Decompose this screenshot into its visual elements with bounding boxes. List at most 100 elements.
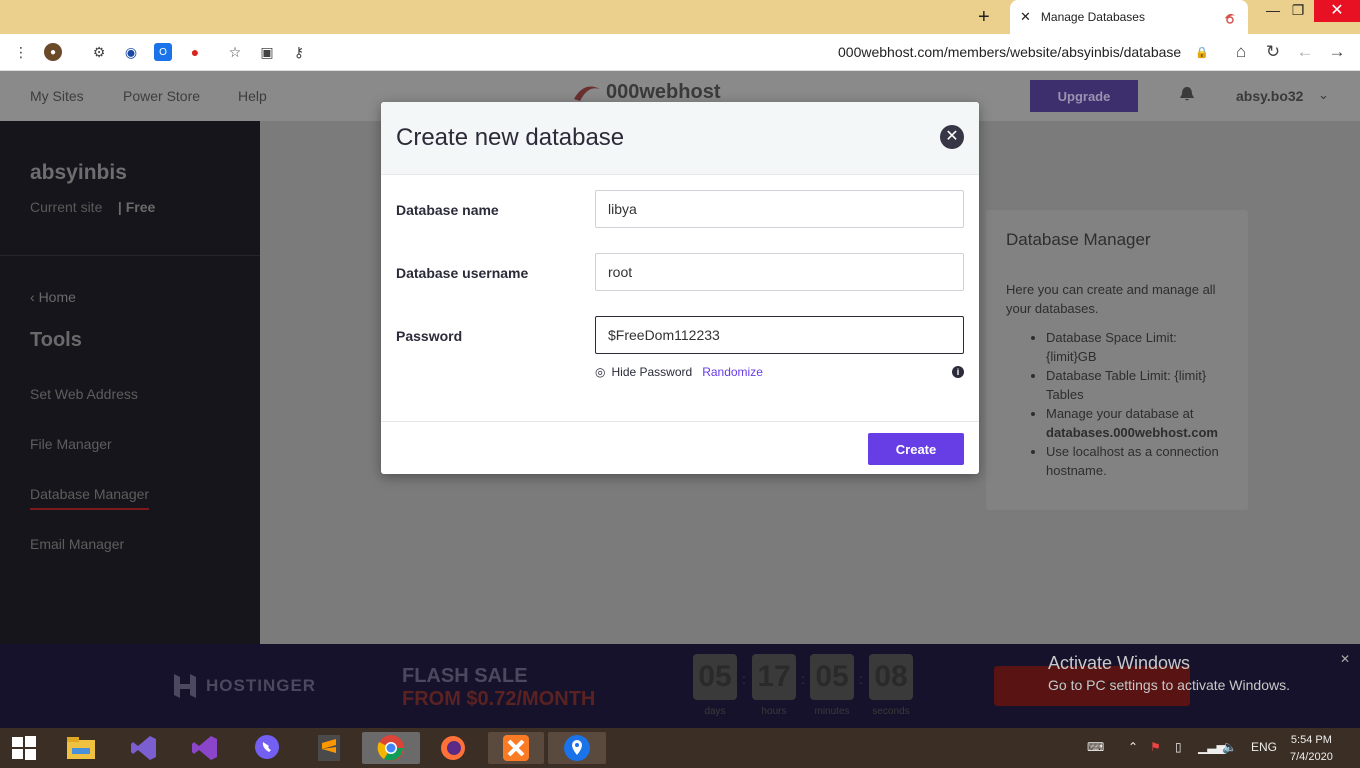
extension-blue-icon[interactable]: ◉: [122, 43, 140, 61]
chevron-down-icon[interactable]: ⌄: [1318, 87, 1329, 103]
countdown-separator: :: [801, 671, 805, 687]
back-icon[interactable]: ←: [1296, 42, 1314, 61]
hide-password-link[interactable]: Hide Password: [611, 365, 692, 379]
sidebar-item-email-manager[interactable]: Email Manager: [30, 536, 124, 552]
promo-banner: HOSTINGER FLASH SALE FROM $0.72/MONTH 05…: [0, 644, 1360, 728]
hostinger-logo[interactable]: HOSTINGER: [172, 672, 316, 700]
banner-close-icon[interactable]: ✕: [1340, 652, 1350, 666]
hostinger-logo-icon: [174, 674, 196, 698]
modal-title: Create new database: [396, 124, 625, 151]
file-explorer-icon[interactable]: [61, 732, 101, 764]
modal-header: Create new database ✕: [381, 102, 979, 175]
randomize-link[interactable]: Randomize: [702, 365, 763, 379]
nav-my-sites[interactable]: My Sites: [30, 88, 84, 104]
info-card-intro: Here you can create and manage all your …: [1006, 282, 1216, 316]
firefox-icon[interactable]: [433, 732, 473, 764]
current-site-label: Current site: [30, 199, 103, 215]
reload-icon[interactable]: ↻: [1264, 42, 1282, 61]
sidebar-item-database-manager[interactable]: Database Manager: [30, 486, 150, 510]
sidebar-divider: [0, 255, 260, 256]
countdown-days-label: days: [704, 706, 726, 717]
key-icon[interactable]: ⚷: [290, 43, 308, 61]
sublime-text-icon[interactable]: [309, 732, 349, 764]
menu-dots-icon[interactable]: ⋮: [12, 43, 30, 61]
browser-tab[interactable]: ✕ Manage Databases: [1010, 0, 1248, 34]
extension-o-icon[interactable]: O: [154, 43, 172, 61]
visual-studio-code-icon[interactable]: [124, 732, 164, 764]
url-text[interactable]: 000webhost.com/members/website/absyinbis…: [838, 44, 1181, 60]
flag-icon[interactable]: ⚑: [1150, 740, 1161, 754]
visual-studio-icon[interactable]: [185, 732, 225, 764]
countdown-minutes: 05: [810, 654, 854, 700]
lock-icon: 🔒: [1195, 46, 1209, 59]
screenshot-icon[interactable]: ▣: [258, 43, 276, 61]
list-item: Use localhost as a connection hostname.: [1046, 442, 1228, 480]
activate-windows-subtitle: Go to PC settings to activate Windows.: [1048, 677, 1290, 693]
info-card-title: Database Manager: [1006, 230, 1151, 249]
chevron-up-icon[interactable]: ⌃: [1128, 740, 1138, 754]
database-name-label: Database name: [396, 202, 499, 218]
bell-icon[interactable]: [1178, 85, 1196, 103]
forward-icon[interactable]: →: [1328, 42, 1346, 61]
address-bar: ⋮ ● ⚙ ◉ O ● ☆ ▣ ⚷ 000webhost.com/members…: [0, 34, 1360, 71]
tools-heading: Tools: [30, 329, 82, 351]
info-icon[interactable]: i: [952, 366, 964, 378]
create-button[interactable]: Create: [868, 433, 964, 465]
window-close-button[interactable]: ✕: [1314, 0, 1360, 22]
bookmark-star-icon[interactable]: ☆: [226, 43, 244, 61]
password-label: Password: [396, 328, 463, 344]
system-clock[interactable]: 5:54 PM 7/4/2020: [1290, 732, 1333, 766]
close-icon[interactable]: ✕: [940, 125, 964, 149]
upgrade-button[interactable]: Upgrade: [1030, 80, 1138, 112]
xampp-icon[interactable]: [488, 732, 544, 764]
logo-text: 000webhost: [606, 80, 721, 103]
home-icon[interactable]: ⌂: [1232, 42, 1250, 61]
extension-icon[interactable]: ⚙: [90, 43, 108, 61]
info-card-list: Database Space Limit: {limit}GB Database…: [1006, 328, 1228, 480]
keyboard-icon[interactable]: ⌨: [1087, 740, 1104, 754]
nav-help[interactable]: Help: [238, 88, 267, 104]
countdown-minutes-label: minutes: [814, 706, 850, 717]
sale-line-1: FLASH SALE: [402, 665, 528, 687]
modal-footer: Create: [381, 421, 979, 474]
database-name-input[interactable]: [595, 190, 964, 228]
nav-power-store[interactable]: Power Store: [123, 88, 200, 104]
windows-start-icon[interactable]: [4, 732, 44, 764]
manage-text: Manage your database at: [1046, 406, 1194, 421]
username[interactable]: absy.bo32: [1236, 88, 1303, 104]
countdown-seconds: 08: [869, 654, 913, 700]
site-subtitle: Current site | Free: [30, 199, 155, 215]
chrome-icon[interactable]: [362, 732, 420, 764]
hostinger-brand-text: HOSTINGER: [206, 676, 317, 695]
new-tab-button[interactable]: +: [978, 6, 990, 29]
list-item: Database Space Limit: {limit}GB: [1046, 328, 1228, 366]
home-label: Home: [38, 289, 76, 305]
sale-line-2: FROM $0.72/MONTH: [402, 688, 596, 710]
opera-extension-icon[interactable]: ●: [186, 43, 204, 61]
databases-link[interactable]: databases.000webhost.com: [1046, 425, 1218, 440]
sidebar-item-file-manager[interactable]: File Manager: [30, 436, 112, 452]
database-username-input[interactable]: [595, 253, 964, 291]
sidebar-home-link[interactable]: ‹ Home: [30, 289, 76, 305]
clock-date: 7/4/2020: [1290, 751, 1333, 763]
taskbar: ⌨ ⌃ ⚑ ▯ ▁▃▅ 🔈 ENG 5:54 PM 7/4/2020: [0, 728, 1360, 768]
countdown-seconds-label: seconds: [872, 706, 910, 717]
countdown-hours-label: hours: [761, 706, 787, 717]
volume-icon[interactable]: 🔈: [1222, 740, 1237, 754]
language-indicator[interactable]: ENG: [1251, 740, 1277, 754]
viber-icon[interactable]: [247, 732, 287, 764]
chevron-left-icon: ‹: [30, 289, 35, 305]
create-database-modal: Create new database ✕ Database name Data…: [381, 102, 979, 474]
database-manager-info-card: Database Manager Here you can create and…: [986, 210, 1248, 510]
password-input[interactable]: [595, 316, 964, 354]
password-options: ◎ Hide Password Randomize: [595, 365, 763, 379]
list-item: Manage your database at databases.000web…: [1046, 404, 1228, 442]
eye-slash-icon[interactable]: ◎: [595, 365, 605, 379]
tab-close-icon[interactable]: ✕: [1020, 9, 1031, 25]
sidebar-item-set-web-address[interactable]: Set Web Address: [30, 386, 138, 402]
countdown-hours: 17: [752, 654, 796, 700]
list-item: Database Table Limit: {limit} Tables: [1046, 366, 1228, 404]
battery-icon[interactable]: ▯: [1175, 740, 1182, 754]
maps-app-icon[interactable]: [548, 732, 606, 764]
profile-avatar[interactable]: ●: [44, 43, 62, 61]
